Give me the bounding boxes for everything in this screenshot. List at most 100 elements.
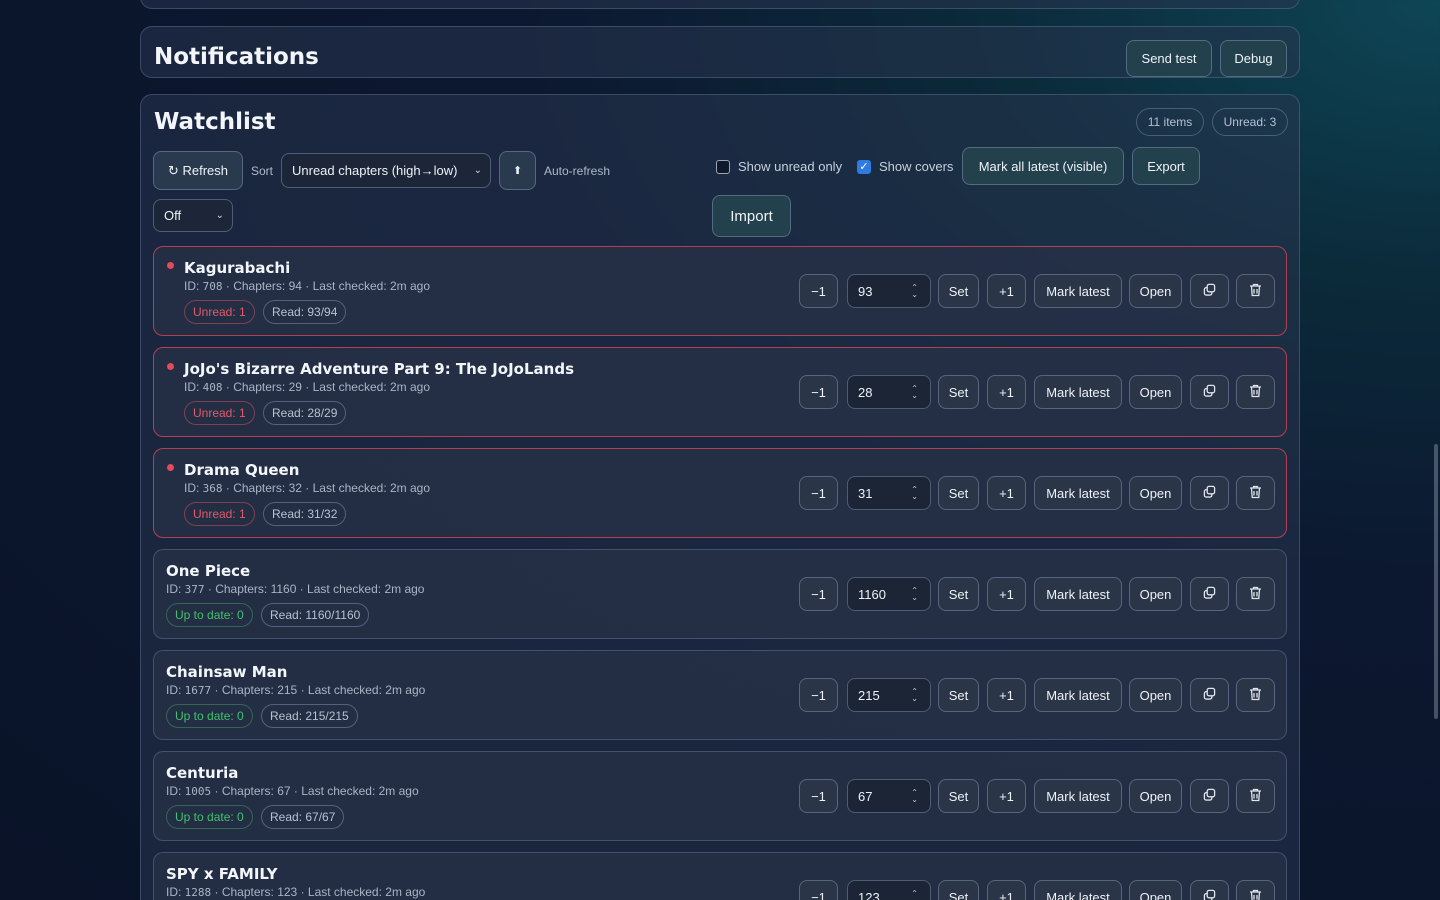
- open-button[interactable]: Open: [1129, 779, 1182, 813]
- item-meta: ID: 1005 · Chapters: 67 · Last checked: …: [166, 784, 419, 798]
- item-title: Drama Queen: [184, 461, 300, 479]
- mark-latest-button[interactable]: Mark latest: [1034, 476, 1122, 510]
- delete-button[interactable]: [1236, 678, 1275, 712]
- chapter-input[interactable]: 28 ⌃ ⌄: [847, 375, 931, 409]
- decrement-button[interactable]: −1: [799, 880, 838, 900]
- item-last-checked: 2m ago: [385, 683, 426, 697]
- decrement-button[interactable]: −1: [799, 476, 838, 510]
- item-id: 408: [202, 381, 223, 394]
- delete-button[interactable]: [1236, 779, 1275, 813]
- increment-button[interactable]: +1: [987, 678, 1026, 712]
- send-test-button[interactable]: Send test: [1126, 40, 1212, 77]
- status-badge: Unread: 1: [184, 300, 255, 324]
- item-id: 1005: [184, 785, 212, 798]
- stepper-icon[interactable]: ⌃⌄: [911, 587, 918, 602]
- trash-icon: [1249, 586, 1262, 603]
- copy-link-button[interactable]: [1190, 375, 1229, 409]
- delete-button[interactable]: [1236, 274, 1275, 308]
- decrement-button[interactable]: −1: [799, 678, 838, 712]
- decrement-button[interactable]: −1: [799, 274, 838, 308]
- sort-direction-button[interactable]: ⬆: [499, 151, 536, 190]
- trash-icon: [1249, 384, 1262, 401]
- mark-all-latest-button[interactable]: Mark all latest (visible): [962, 147, 1124, 185]
- notifications-panel: Notifications Send test Debug: [140, 26, 1300, 78]
- delete-button[interactable]: [1236, 880, 1275, 900]
- item-chapters: 215: [277, 683, 298, 697]
- copy-link-button[interactable]: [1190, 678, 1229, 712]
- increment-button[interactable]: +1: [987, 375, 1026, 409]
- status-badge: Unread: 1: [184, 502, 255, 526]
- decrement-button[interactable]: −1: [799, 375, 838, 409]
- mark-latest-button[interactable]: Mark latest: [1034, 678, 1122, 712]
- chapter-value: 31: [858, 485, 873, 501]
- debug-button[interactable]: Debug: [1220, 40, 1287, 77]
- copy-link-button[interactable]: [1190, 779, 1229, 813]
- autorefresh-label: Auto-refresh: [544, 164, 611, 178]
- chapter-input[interactable]: 67 ⌃ ⌄: [847, 779, 931, 813]
- item-meta: ID: 1288 · Chapters: 123 · Last checked:…: [166, 885, 426, 899]
- set-button[interactable]: Set: [938, 375, 979, 409]
- stepper-icon[interactable]: ⌃⌄: [911, 890, 918, 900]
- copy-link-button[interactable]: [1190, 577, 1229, 611]
- open-button[interactable]: Open: [1129, 577, 1182, 611]
- autorefresh-select-value: Off: [164, 208, 182, 223]
- chapter-input[interactable]: 1160 ⌃ ⌄: [847, 577, 931, 611]
- open-button[interactable]: Open: [1129, 678, 1182, 712]
- show-unread-only-checkbox[interactable]: Show unread only: [716, 159, 842, 174]
- copy-link-icon: [1203, 485, 1216, 501]
- chapter-input[interactable]: 123 ⌃⌄: [847, 880, 931, 900]
- delete-button[interactable]: [1236, 577, 1275, 611]
- set-button[interactable]: Set: [938, 274, 979, 308]
- delete-button[interactable]: [1236, 476, 1275, 510]
- set-button[interactable]: Set: [938, 779, 979, 813]
- chapter-value: 67: [858, 788, 873, 804]
- import-button[interactable]: Import: [712, 195, 791, 237]
- mark-latest-button[interactable]: Mark latest: [1034, 577, 1122, 611]
- stepper-icon[interactable]: ⌃⌄: [911, 385, 918, 400]
- copy-link-button[interactable]: [1190, 476, 1229, 510]
- mark-latest-button[interactable]: Mark latest: [1034, 880, 1122, 900]
- mark-latest-button[interactable]: Mark latest: [1034, 779, 1122, 813]
- set-button[interactable]: Set: [938, 678, 979, 712]
- unread-dot: [167, 464, 174, 471]
- decrement-button[interactable]: −1: [799, 577, 838, 611]
- sort-select[interactable]: Unread chapters (high→low) ⌄: [281, 153, 491, 188]
- increment-button[interactable]: +1: [987, 577, 1026, 611]
- chapter-input[interactable]: 31 ⌃ ⌄: [847, 476, 931, 510]
- copy-link-icon: [1203, 788, 1216, 804]
- export-button[interactable]: Export: [1132, 147, 1200, 185]
- page-scrollbar[interactable]: [1434, 444, 1438, 719]
- set-button[interactable]: Set: [938, 880, 979, 900]
- open-button[interactable]: Open: [1129, 375, 1182, 409]
- open-button[interactable]: Open: [1129, 476, 1182, 510]
- increment-button[interactable]: +1: [987, 476, 1026, 510]
- copy-link-button[interactable]: [1190, 880, 1229, 900]
- chapter-input[interactable]: 93 ⌃ ⌄: [847, 274, 931, 308]
- notifications-title: Notifications: [154, 44, 319, 70]
- stepper-icon[interactable]: ⌃⌄: [911, 486, 918, 501]
- copy-link-button[interactable]: [1190, 274, 1229, 308]
- mark-latest-button[interactable]: Mark latest: [1034, 375, 1122, 409]
- decrement-button[interactable]: −1: [799, 779, 838, 813]
- show-covers-checkbox[interactable]: ✓ Show covers: [857, 159, 953, 174]
- open-button[interactable]: Open: [1129, 274, 1182, 308]
- mark-latest-button[interactable]: Mark latest: [1034, 274, 1122, 308]
- increment-button[interactable]: +1: [987, 880, 1026, 900]
- stepper-icon[interactable]: ⌃⌄: [911, 789, 918, 804]
- item-last-checked: 2m ago: [389, 481, 431, 495]
- autorefresh-select[interactable]: Off ⌄: [153, 199, 233, 232]
- increment-button[interactable]: +1: [987, 274, 1026, 308]
- chapter-value: 28: [858, 384, 873, 400]
- refresh-button[interactable]: ↻ Refresh: [153, 151, 243, 190]
- stepper-icon[interactable]: ⌃⌄: [911, 284, 918, 299]
- increment-button[interactable]: +1: [987, 779, 1026, 813]
- stepper-icon[interactable]: ⌃⌄: [911, 688, 918, 703]
- delete-button[interactable]: [1236, 375, 1275, 409]
- set-button[interactable]: Set: [938, 577, 979, 611]
- set-button[interactable]: Set: [938, 476, 979, 510]
- status-badge: Up to date: 0: [166, 805, 253, 829]
- item-meta: ID: 368 · Chapters: 32 · Last checked: 2…: [184, 481, 431, 495]
- open-button[interactable]: Open: [1129, 880, 1182, 900]
- item-last-checked: 2m ago: [385, 885, 426, 899]
- chapter-input[interactable]: 215 ⌃ ⌄: [847, 678, 931, 712]
